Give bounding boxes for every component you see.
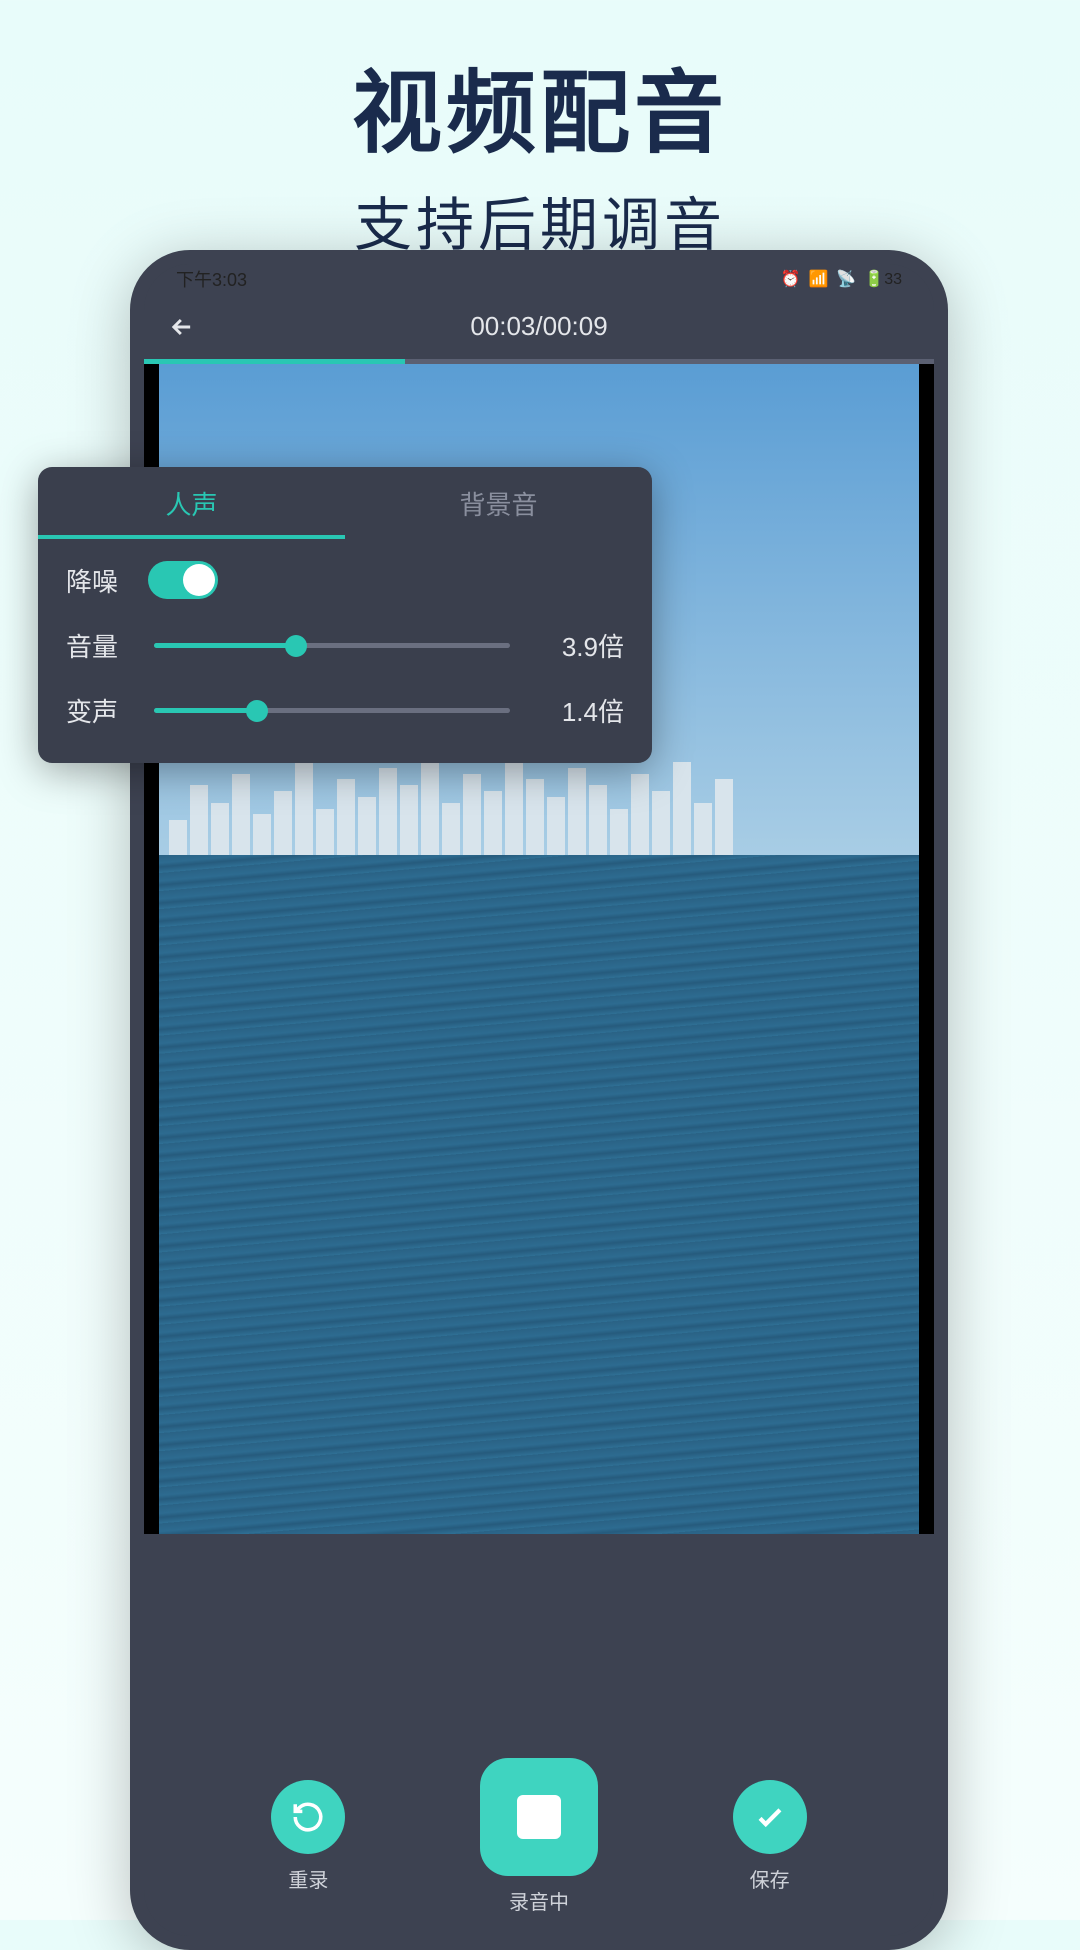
volume-slider[interactable] — [154, 643, 510, 648]
record-label: 录音中 — [509, 1886, 569, 1915]
tab-voice[interactable]: 人声 — [38, 467, 345, 539]
pitch-value: 1.4倍 — [538, 692, 624, 729]
save-button[interactable]: 保存 — [733, 1780, 807, 1893]
volume-label: 音量 — [66, 627, 144, 664]
audio-panel: 人声 背景音 降噪 音量 3.9倍 变声 — [38, 467, 652, 763]
panel-body: 降噪 音量 3.9倍 变声 1.4倍 — [38, 539, 652, 763]
signal-icon: 📶 — [808, 269, 828, 289]
check-icon — [753, 1800, 787, 1834]
wifi-icon: 📡 — [836, 269, 856, 289]
volume-value: 3.9倍 — [538, 627, 624, 664]
rerecord-circle — [271, 1780, 345, 1854]
tab-bgm[interactable]: 背景音 — [345, 467, 652, 539]
record-circle — [480, 1758, 598, 1876]
status-bar: 下午3:03 ⏰ 📶 📡 🔋33 — [144, 264, 934, 294]
record-button[interactable]: 录音中 — [480, 1758, 598, 1915]
panel-tabs: 人声 背景音 — [38, 467, 652, 539]
noise-label: 降噪 — [66, 562, 144, 599]
toggle-knob — [183, 564, 215, 596]
arrow-left-icon — [168, 313, 196, 341]
app-header: 00:03/00:09 — [144, 294, 934, 359]
rerecord-label: 重录 — [288, 1864, 328, 1893]
pitch-label: 变声 — [66, 692, 144, 729]
back-button[interactable] — [162, 307, 202, 347]
timecode: 00:03/00:09 — [470, 311, 607, 342]
stop-icon — [517, 1795, 561, 1839]
status-indicators: ⏰ 📶 📡 🔋33 — [781, 269, 902, 289]
noise-row: 降噪 — [66, 561, 624, 599]
refresh-icon — [291, 1800, 325, 1834]
bottom-toolbar: 重录 录音中 保存 — [144, 1756, 934, 1936]
save-circle — [733, 1780, 807, 1854]
rerecord-button[interactable]: 重录 — [271, 1780, 345, 1893]
pitch-slider[interactable] — [154, 708, 510, 713]
battery-icon: 🔋33 — [864, 269, 902, 289]
status-time: 下午3:03 — [176, 266, 247, 292]
tab-underline — [38, 535, 345, 539]
save-label: 保存 — [750, 1864, 790, 1893]
promo-header: 视频配音 支持后期调音 — [0, 0, 1080, 262]
noise-toggle[interactable] — [148, 561, 218, 599]
promo-title: 视频配音 — [0, 40, 1080, 170]
pitch-row: 变声 1.4倍 — [66, 692, 624, 729]
volume-row: 音量 3.9倍 — [66, 627, 624, 664]
alarm-icon: ⏰ — [781, 269, 801, 289]
